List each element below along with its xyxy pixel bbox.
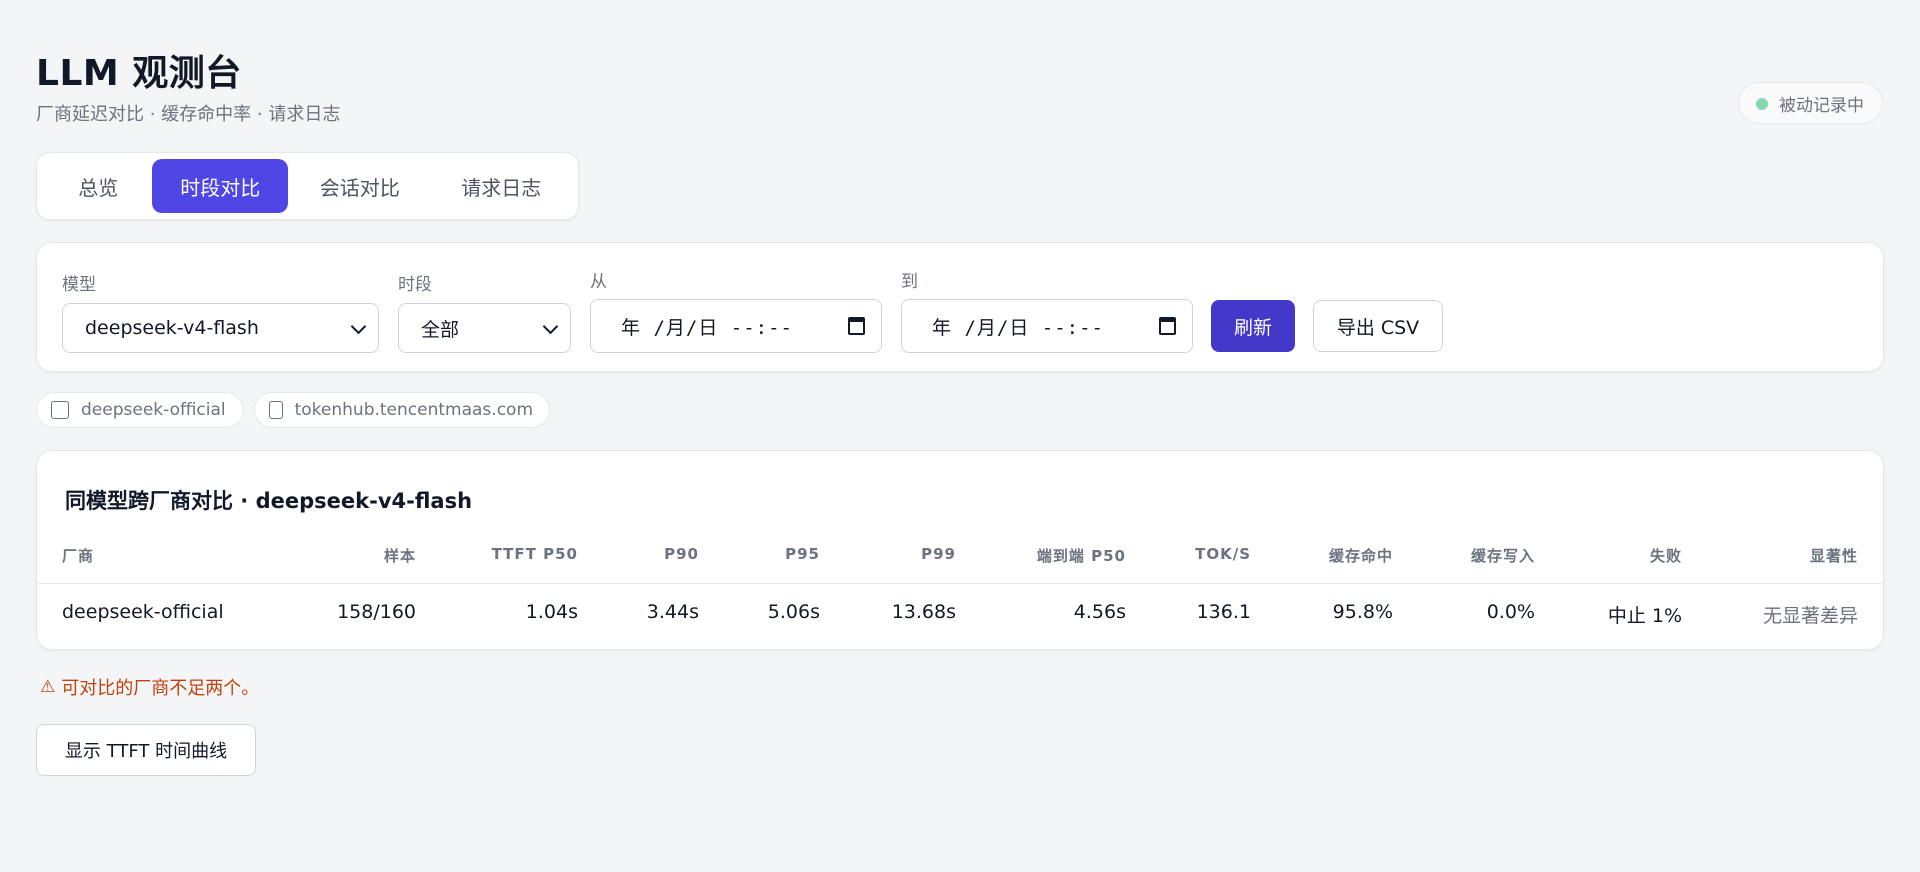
main-tabs: 总览 时段对比 会话对比 请求日志 bbox=[36, 152, 579, 220]
column-header-ttft-p50: TTFT P50 bbox=[491, 545, 578, 563]
from-label: 从 bbox=[590, 272, 607, 292]
show-ttft-curve-button[interactable]: 显示 TTFT 时间曲线 bbox=[36, 724, 256, 776]
filter-panel: 模型 deepseek-v4-flash 时段 全部 从 年 /月/日 --:-… bbox=[36, 242, 1884, 372]
period-select-value: 全部 bbox=[421, 318, 460, 341]
to-label: 到 bbox=[901, 272, 918, 292]
column-header-cache-hit: 缓存命中 bbox=[1328, 547, 1393, 565]
page-subtitle: 厂商延迟对比 · 缓存命中率 · 请求日志 bbox=[36, 104, 341, 125]
to-datetime-input[interactable]: 年 /月/日 --:-- bbox=[901, 299, 1193, 353]
model-select[interactable]: deepseek-v4-flash bbox=[62, 303, 379, 353]
column-header-cache-write: 缓存写入 bbox=[1470, 547, 1535, 565]
checkbox-icon[interactable] bbox=[51, 401, 69, 419]
table-cell-failures: 中止 1% bbox=[1607, 605, 1682, 627]
table-cell-samples: 158/160 bbox=[337, 601, 416, 623]
table-cell-p90: 3.44s bbox=[646, 601, 699, 623]
vendor-filter-chip[interactable]: deepseek-official bbox=[36, 392, 244, 428]
table-cell-tok-per-sec: 136.1 bbox=[1196, 601, 1251, 623]
warning-text: 可对比的厂商不足两个。 bbox=[61, 678, 260, 699]
model-select-value: deepseek-v4-flash bbox=[85, 317, 259, 339]
table-cell-cache-write: 0.0% bbox=[1486, 601, 1535, 623]
tab-period-compare[interactable]: 时段对比 bbox=[152, 159, 289, 213]
table-cell-e2e-p50: 4.56s bbox=[1073, 601, 1126, 623]
status-label: 被动记录中 bbox=[1779, 95, 1864, 116]
header-divider bbox=[37, 583, 1883, 584]
tab-overview[interactable]: 总览 bbox=[44, 159, 152, 213]
tab-request-log[interactable]: 请求日志 bbox=[431, 159, 571, 213]
vendor-comparison-table: 同模型跨厂商对比 · deepseek-v4-flash 厂商 样本 TTFT … bbox=[36, 450, 1884, 650]
calendar-icon[interactable] bbox=[848, 317, 865, 335]
column-header-samples: 样本 bbox=[383, 547, 416, 565]
recording-status-badge: 被动记录中 bbox=[1738, 82, 1883, 124]
vendor-chip-label: tokenhub.tencentmaas.com bbox=[294, 400, 533, 420]
column-header-p90: P90 bbox=[664, 545, 699, 563]
to-datetime-value: 年 /月/日 --:-- bbox=[932, 316, 1104, 339]
column-header-significance: 显著性 bbox=[1809, 547, 1858, 565]
column-header-p99: P99 bbox=[921, 545, 956, 563]
warning-icon: ⚠ bbox=[40, 677, 56, 697]
model-label: 模型 bbox=[62, 275, 96, 295]
table-cell-cache-hit: 95.8% bbox=[1332, 601, 1393, 623]
chevron-down-icon bbox=[350, 318, 367, 335]
from-datetime-input[interactable]: 年 /月/日 --:-- bbox=[590, 299, 882, 353]
column-header-vendor: 厂商 bbox=[62, 547, 95, 565]
table-cell-p99: 13.68s bbox=[891, 601, 956, 623]
column-header-tok-per-sec: TOK/S bbox=[1195, 545, 1251, 563]
tab-session-compare[interactable]: 会话对比 bbox=[288, 159, 431, 213]
insufficient-vendors-warning: ⚠ 可对比的厂商不足两个。 bbox=[40, 674, 259, 700]
checkbox-icon[interactable] bbox=[269, 401, 283, 419]
table-cell-vendor: deepseek-official bbox=[62, 601, 224, 623]
from-datetime-value: 年 /月/日 --:-- bbox=[621, 316, 793, 339]
vendor-chip-label: deepseek-official bbox=[81, 400, 226, 420]
chevron-down-icon bbox=[542, 318, 559, 335]
table-cell-p95: 5.06s bbox=[767, 601, 820, 623]
table-cell-ttft-p50: 1.04s bbox=[525, 601, 578, 623]
table-title: 同模型跨厂商对比 · deepseek-v4-flash bbox=[65, 489, 473, 513]
period-label: 时段 bbox=[398, 275, 432, 295]
export-csv-button[interactable]: 导出 CSV bbox=[1313, 300, 1443, 352]
page-title: LLM 观测台 bbox=[36, 53, 242, 94]
column-header-failures: 失败 bbox=[1649, 547, 1682, 565]
refresh-button[interactable]: 刷新 bbox=[1211, 300, 1295, 352]
status-dot-icon bbox=[1756, 98, 1768, 110]
table-cell-significance: 无显著差异 bbox=[1762, 605, 1858, 627]
column-header-p95: P95 bbox=[785, 545, 820, 563]
calendar-icon[interactable] bbox=[1159, 317, 1176, 335]
vendor-filter-chip[interactable]: tokenhub.tencentmaas.com bbox=[254, 392, 550, 428]
column-header-e2e-p50: 端到端 P50 bbox=[1036, 547, 1126, 565]
period-select[interactable]: 全部 bbox=[398, 303, 571, 353]
